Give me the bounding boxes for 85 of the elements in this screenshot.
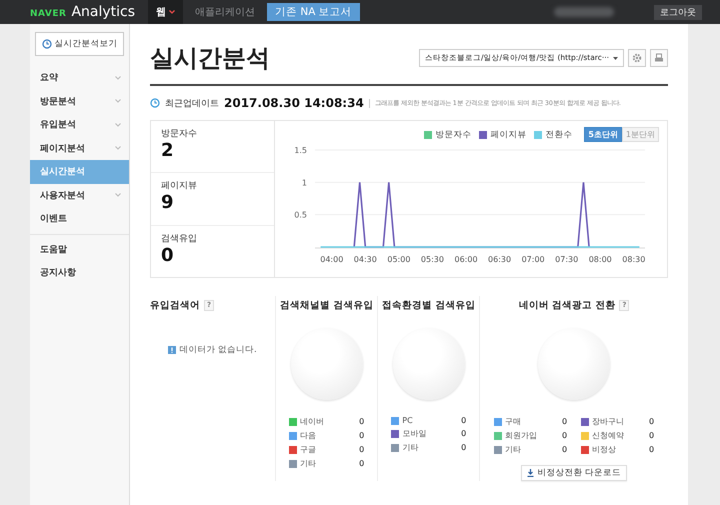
settings-icon: [632, 53, 642, 63]
legend-swatch: [424, 130, 432, 138]
printer-icon: [654, 53, 664, 63]
axis-label: 08:00: [588, 255, 612, 264]
legend-label: 기타: [300, 458, 316, 469]
legend-label: 모바일: [402, 428, 426, 439]
legend-value: 0: [359, 445, 364, 454]
legend-label: 회원가입: [505, 430, 538, 441]
legend-value: 0: [649, 445, 654, 454]
section-title: 네이버 검색광고 전환: [518, 298, 616, 312]
section-title: 유입검색어: [150, 298, 200, 312]
axis-label: 05:30: [420, 255, 444, 264]
legend-swatch: [534, 130, 542, 138]
legend-value: 0: [562, 445, 568, 454]
legend-label: 비정상: [592, 444, 616, 455]
legend-label: 페이지뷰: [490, 128, 526, 140]
section-title: 접속환경별 검색유입: [382, 298, 476, 312]
legend-swatch: [479, 130, 488, 138]
legend-value: 0: [461, 416, 466, 425]
axis-label: 04:30: [354, 255, 377, 264]
legend-label: 기타: [402, 442, 418, 453]
realtime-view-button[interactable]: 실시간분석보기: [35, 32, 124, 56]
sidebar-item[interactable]: 공지사항: [30, 261, 129, 284]
section-title: 검색채널별 검색유입: [280, 298, 374, 312]
legend-label: 신청예약: [592, 430, 624, 441]
stat-label: 방문자수: [161, 128, 198, 140]
axis-label: 08:30: [622, 255, 646, 264]
caret-icon: [613, 56, 618, 60]
clock-icon: [42, 39, 52, 49]
update-timestamp: 2017.08.30 14:08:34: [224, 96, 364, 110]
update-label: 최근업데이트: [165, 98, 219, 110]
sidebar-item[interactable]: 유입분석: [30, 113, 129, 136]
stat-label: 검색유입: [161, 232, 198, 245]
sidebar-item[interactable]: 방문분석: [30, 90, 129, 113]
stat-value: 2: [161, 140, 175, 161]
legend-value: 0: [359, 431, 364, 440]
legend-value: 0: [649, 417, 654, 426]
nav-tab[interactable]: 웹: [148, 0, 183, 24]
axis-label: 1.5: [294, 146, 307, 155]
axis-label: 0.5: [294, 210, 307, 220]
clock-icon: [150, 98, 160, 108]
nav-tab[interactable]: 애플리케이션: [187, 0, 263, 24]
settings-button[interactable]: [628, 49, 646, 67]
axis-label: 06:00: [454, 255, 478, 264]
legend-label: 기타: [505, 444, 522, 455]
legend-label: 장바구니: [592, 416, 624, 427]
page-title: 실시간분석: [150, 43, 271, 74]
sidebar-item[interactable]: 사용자분석: [30, 184, 129, 207]
legend-value: 0: [359, 417, 364, 426]
stat-value: 9: [161, 192, 175, 214]
legend-label: 구글: [300, 444, 316, 455]
legend-label: 방문자수: [435, 128, 472, 140]
legend-label: 다음: [300, 430, 316, 441]
axis-label: 07:30: [555, 255, 578, 264]
axis-label: 07:00: [522, 255, 545, 264]
legend-value: 0: [562, 417, 568, 426]
blurred-username: [554, 7, 614, 17]
legend-label: 구매: [505, 416, 522, 427]
sidebar-item[interactable]: 도움말: [30, 238, 129, 261]
axis-label: 05:00: [387, 255, 410, 264]
stat-value: 0: [161, 244, 175, 266]
legend-value: 0: [461, 443, 466, 452]
legend-value: 0: [562, 431, 568, 440]
legend-value: 0: [461, 429, 466, 438]
stat-label: 페이지뷰: [161, 180, 198, 192]
legend-label: 전환수: [545, 128, 572, 140]
sidebar-item[interactable]: 이벤트: [30, 207, 129, 230]
legend-value: 0: [649, 431, 654, 440]
legend-label: 네이버: [300, 416, 324, 427]
caret-icon: [169, 10, 175, 14]
legend-label: PC: [402, 416, 413, 425]
sidebar-item[interactable]: 요약: [30, 66, 129, 90]
logo-text: Analytics: [71, 4, 136, 20]
download-icon: [527, 469, 534, 477]
sidebar-item[interactable]: 페이지분석: [30, 136, 129, 160]
print-button[interactable]: [650, 49, 668, 67]
axis-label: 06:30: [488, 255, 512, 264]
axis-label: 1: [302, 178, 307, 188]
legend-value: 0: [359, 459, 364, 468]
info-icon: [168, 346, 176, 354]
empty-message: 데이터가 없습니다.: [179, 344, 257, 356]
logo-brand: NAVER: [30, 9, 66, 19]
logout-button[interactable]: 로그아웃: [654, 4, 702, 20]
axis-label: 04:00: [320, 255, 344, 264]
download-button[interactable]: 비정상전환 다운로드: [521, 465, 627, 481]
